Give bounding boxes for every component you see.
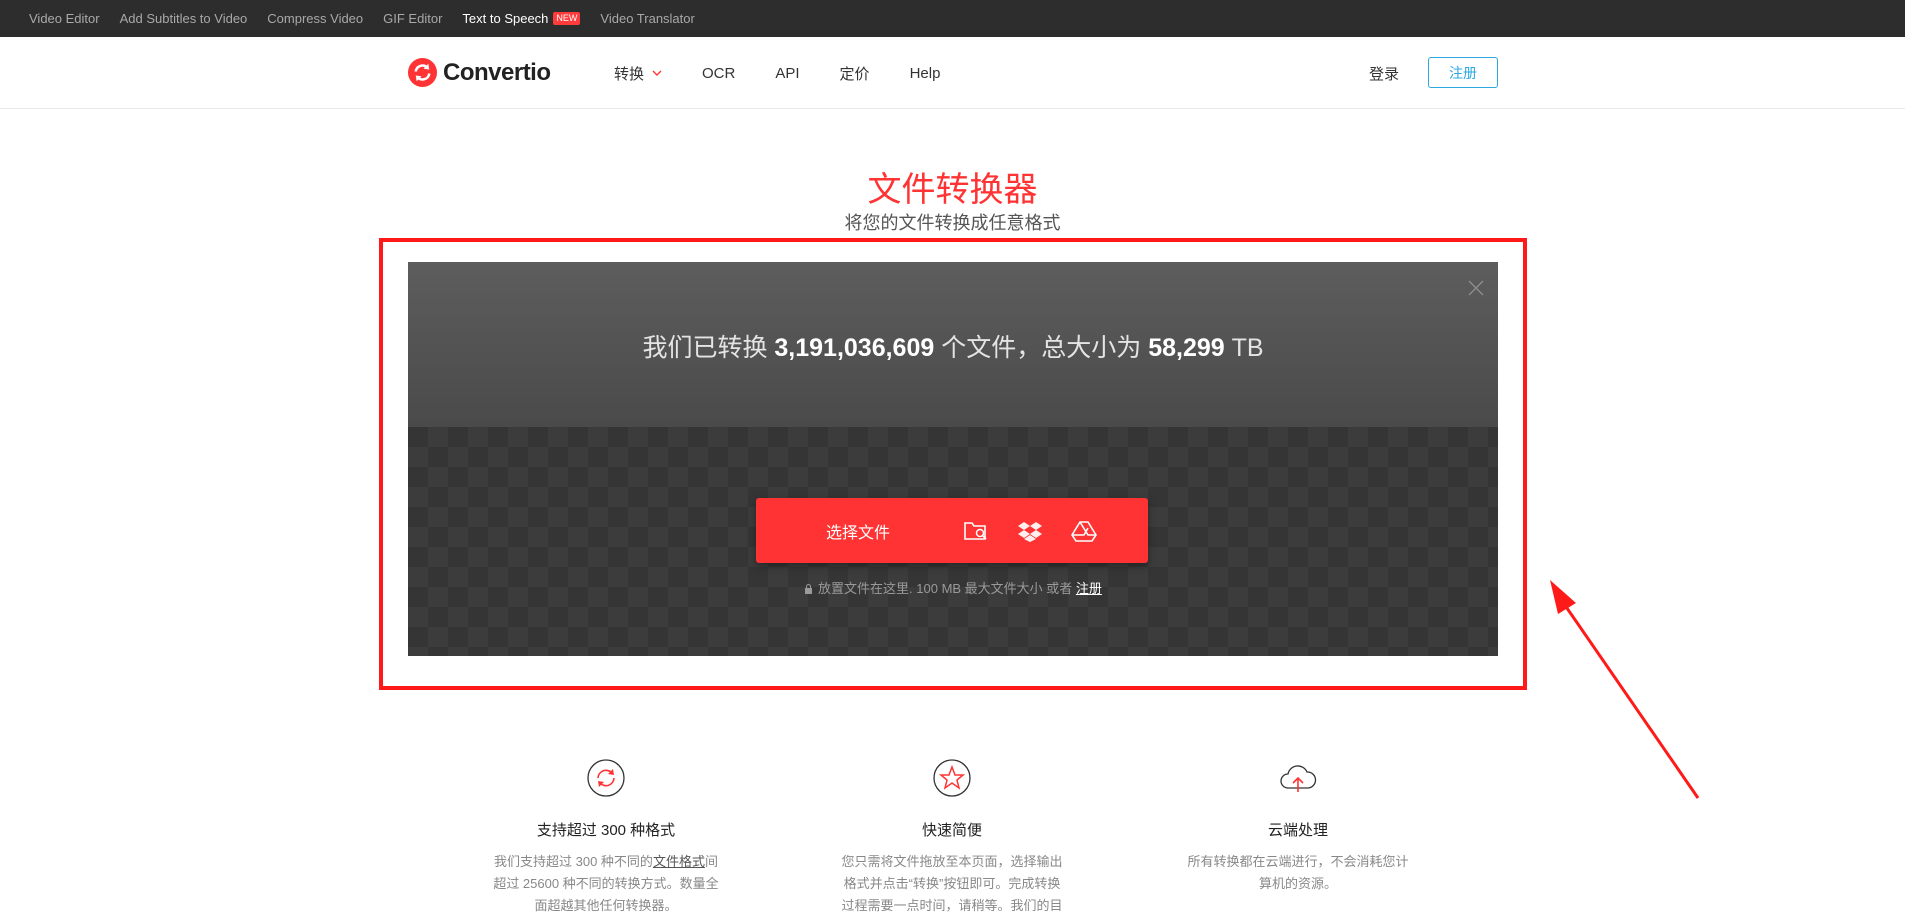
- top-link-video-editor[interactable]: Video Editor: [29, 11, 100, 26]
- nav-convert-label: 转换: [614, 65, 645, 83]
- top-link-bar: Video Editor Add Subtitles to Video Comp…: [0, 0, 1905, 37]
- feature-formats-text: 我们支持超过 300 种不同的文件格式间超过 25600 种不同的转换方式。数量…: [476, 851, 736, 917]
- chevron-down-icon: [652, 70, 662, 76]
- site-header: Convertio 转换 OCR API 定价 Help 登录 注册: [0, 37, 1905, 109]
- nav-help[interactable]: Help: [910, 65, 941, 82]
- nav-pricing[interactable]: 定价: [840, 63, 870, 84]
- feature-easy: 快速简便 您只需将文件拖放至本页面，选择输出格式并点击“转换”按钮即可。完成转换…: [822, 758, 1082, 917]
- login-link[interactable]: 登录: [1369, 63, 1399, 84]
- feature-formats-title: 支持超过 300 种格式: [536, 822, 676, 839]
- feature-formats-text-a: 我们支持超过 300 种不同的: [494, 854, 653, 869]
- feature-cloud-text: 所有转换都在云端进行，不会消耗您计算机的资源。: [1187, 854, 1409, 891]
- logo-text: Convertio: [443, 58, 551, 86]
- top-link-add-subtitles[interactable]: Add Subtitles to Video: [120, 11, 248, 26]
- feature-formats: 支持超过 300 种格式 我们支持超过 300 种不同的文件格式间超过 2560…: [476, 758, 736, 917]
- top-link-text-to-speech[interactable]: Text to Speech NEW: [462, 11, 581, 26]
- nav-convert[interactable]: 转换: [614, 63, 662, 84]
- feature-cloud-title: 云端处理: [1267, 822, 1328, 839]
- feature-cloud: 云端处理 所有转换都在云端进行，不会消耗您计算机的资源。: [1168, 758, 1428, 895]
- file-formats-link[interactable]: 文件格式: [653, 854, 705, 869]
- page-title: 文件转换器: [867, 171, 1038, 209]
- star-icon: [933, 759, 971, 797]
- top-link-text-to-speech-label: Text to Speech: [462, 11, 549, 26]
- top-link-compress-video[interactable]: Compress Video: [267, 11, 363, 26]
- top-link-gif-editor[interactable]: GIF Editor: [383, 11, 442, 26]
- feature-easy-text: 您只需将文件拖放至本页面，选择输出格式并点击“转换”按钮即可。完成转换过程需要一…: [841, 854, 1063, 913]
- feature-easy-title: 快速简便: [921, 822, 982, 839]
- nav-ocr[interactable]: OCR: [702, 65, 735, 82]
- main-nav: 转换 OCR API 定价 Help: [614, 37, 980, 109]
- annotation-arrow: [1550, 580, 1700, 799]
- logo[interactable]: Convertio: [407, 57, 551, 88]
- annotation-frame: [379, 238, 1527, 690]
- register-button[interactable]: 注册: [1428, 57, 1498, 88]
- nav-api[interactable]: API: [775, 65, 799, 82]
- cloud-upload-icon: [1280, 765, 1317, 792]
- page-subtitle: 将您的文件转换成任意格式: [844, 213, 1061, 233]
- new-badge: NEW: [553, 12, 581, 25]
- top-link-video-translator[interactable]: Video Translator: [600, 11, 694, 26]
- refresh-icon: [587, 759, 625, 797]
- convertio-logo-icon: [407, 57, 438, 88]
